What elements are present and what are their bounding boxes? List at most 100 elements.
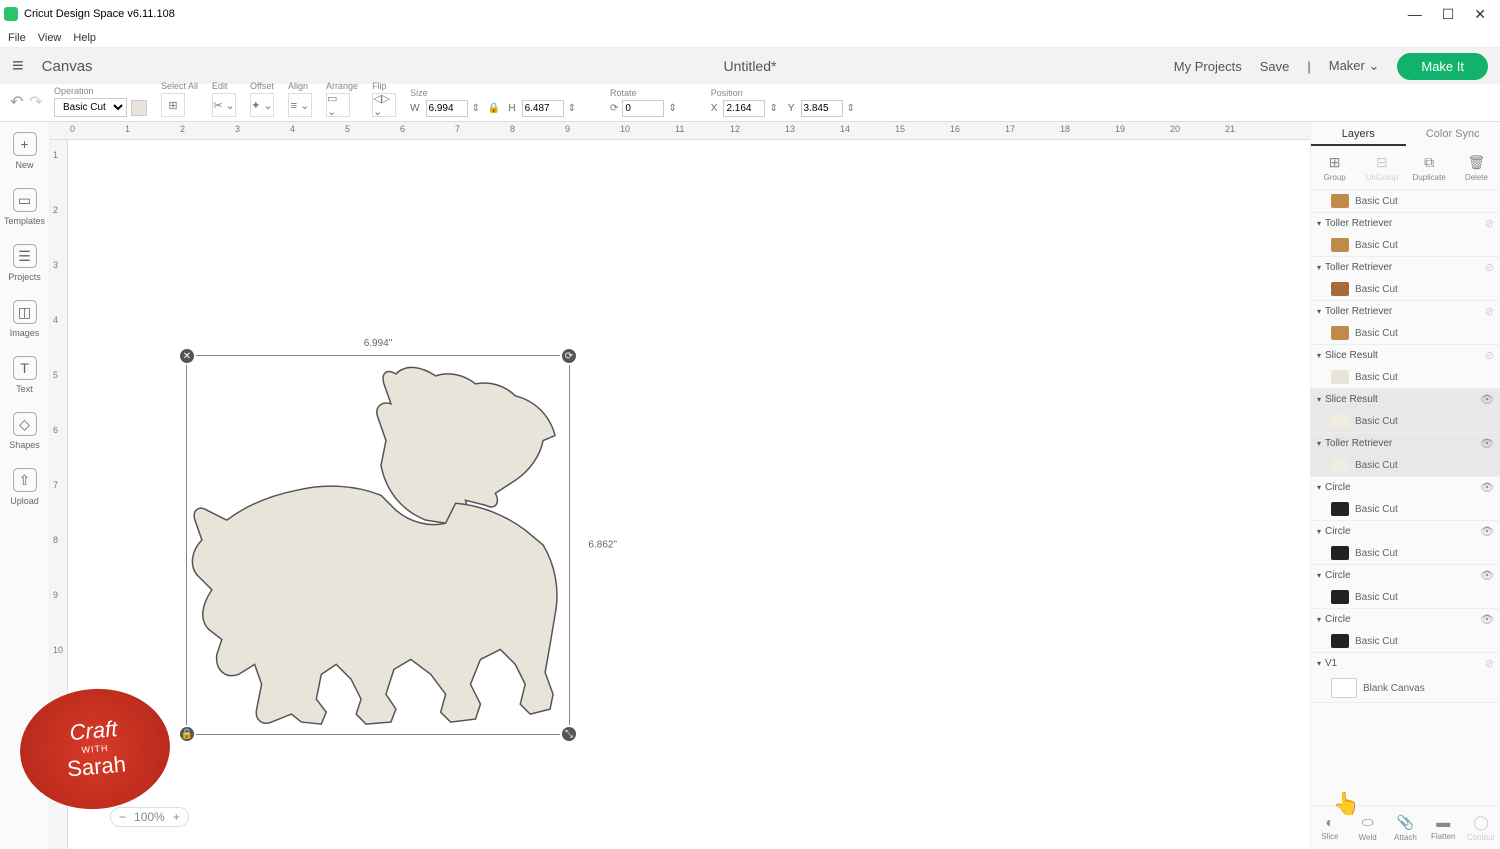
divider: | [1307, 59, 1310, 74]
operation-select[interactable]: Basic Cut [54, 98, 127, 117]
layer-group[interactable]: ▾V1⊘Blank Canvas [1311, 653, 1500, 703]
layer-group[interactable]: ▾Toller Retriever⊘Basic Cut [1311, 301, 1500, 345]
layer-item[interactable]: Basic Cut [1311, 542, 1500, 564]
arrange-button[interactable]: ▭ ⌄ [326, 93, 350, 117]
layer-group[interactable]: ▾Slice Result👁Basic Cut [1311, 389, 1500, 433]
make-it-button[interactable]: Make It [1397, 53, 1488, 80]
layer-group[interactable]: ▾Circle👁Basic Cut [1311, 565, 1500, 609]
color-swatch[interactable] [131, 100, 147, 116]
leftbtn-shapes[interactable]: ◇Shapes [3, 408, 47, 454]
text-icon: T [13, 356, 37, 380]
tab-color-sync[interactable]: Color Sync [1406, 122, 1500, 146]
layer-item[interactable]: Blank Canvas [1311, 674, 1500, 702]
menu-file[interactable]: File [8, 32, 26, 44]
layer-item[interactable]: Basic Cut [1311, 234, 1500, 256]
weld-button[interactable]: ⬭Weld [1349, 806, 1387, 849]
layer-item[interactable]: Basic Cut [1311, 498, 1500, 520]
visibility-icon[interactable]: ⊘ [1485, 657, 1494, 670]
slice-button[interactable]: ◐Slice [1311, 806, 1349, 849]
menu-bar: File View Help [0, 28, 1500, 48]
layer-group[interactable]: ▾Circle👁Basic Cut [1311, 477, 1500, 521]
x-input[interactable] [723, 100, 765, 117]
leftbtn-upload[interactable]: ⇧Upload [3, 464, 47, 510]
zoom-in-button[interactable]: + [173, 810, 180, 824]
ungroup-button[interactable]: ⊟UnGroup [1358, 146, 1405, 189]
flip-button[interactable]: ◁▷ ⌄ [372, 93, 396, 117]
save-link[interactable]: Save [1260, 59, 1290, 74]
undo-icon[interactable]: ↶ [10, 92, 23, 112]
layers-list: Basic Cut▾Toller Retriever⊘Basic Cut▾Tol… [1311, 190, 1500, 805]
properties-toolbar: ↶ ↷ Operation Basic Cut Select All⊞ Edit… [0, 84, 1500, 122]
align-button[interactable]: ≡ ⌄ [288, 93, 312, 117]
hamburger-icon[interactable]: ≡ [12, 55, 24, 78]
layer-item[interactable]: Basic Cut [1311, 630, 1500, 652]
maximize-button[interactable]: ☐ [1442, 6, 1455, 23]
zoom-control: − 100% + [110, 807, 189, 827]
leftbtn-new[interactable]: +New [3, 128, 47, 174]
visibility-icon[interactable]: 👁 [1480, 481, 1494, 494]
shapes-icon: ◇ [13, 412, 37, 436]
tab-layers[interactable]: Layers [1311, 122, 1406, 146]
projects-icon: ☰ [13, 244, 37, 268]
menu-view[interactable]: View [38, 32, 62, 44]
minimize-button[interactable]: — [1408, 6, 1422, 23]
ruler-horizontal: 0123456789101112131415161718192021 [50, 122, 1310, 140]
layer-group[interactable]: ▾Toller Retriever👁Basic Cut [1311, 433, 1500, 477]
layer-group[interactable]: ▾Circle👁Basic Cut [1311, 521, 1500, 565]
visibility-icon[interactable]: 👁 [1480, 437, 1494, 450]
attach-button[interactable]: 📎Attach [1387, 806, 1425, 849]
leftbtn-projects[interactable]: ☰Projects [3, 240, 47, 286]
layer-group[interactable]: ▾Circle👁Basic Cut [1311, 609, 1500, 653]
layer-group[interactable]: ▾Toller Retriever⊘Basic Cut [1311, 257, 1500, 301]
layer-item[interactable]: Basic Cut [1311, 454, 1500, 476]
menu-help[interactable]: Help [73, 32, 96, 44]
redo-icon[interactable]: ↷ [29, 92, 42, 112]
visibility-icon[interactable]: 👁 [1480, 569, 1494, 582]
artboard[interactable]: 6.994" 6.862" ✕ ⟳ 🔒 ⤡ [68, 140, 1310, 849]
visibility-icon[interactable]: ⊘ [1485, 305, 1494, 318]
lock-icon[interactable]: 🔒 [488, 103, 500, 114]
visibility-icon[interactable]: 👁 [1480, 525, 1494, 538]
leftbtn-images[interactable]: ◫Images [3, 296, 47, 342]
layer-item[interactable]: Basic Cut [1311, 278, 1500, 300]
offset-button[interactable]: ✦ ⌄ [250, 93, 274, 117]
right-panel: Layers Color Sync ⊞Group ⊟UnGroup ⧉Dupli… [1310, 122, 1500, 849]
layer-group[interactable]: ▾Toller Retriever⊘Basic Cut [1311, 213, 1500, 257]
rotate-input[interactable] [622, 100, 664, 117]
visibility-icon[interactable]: ⊘ [1485, 349, 1494, 362]
leftbtn-text[interactable]: TText [3, 352, 47, 398]
contour-button[interactable]: ◯Contour [1462, 806, 1500, 849]
delete-button[interactable]: 🗑Delete [1453, 146, 1500, 189]
visibility-icon[interactable]: ⊘ [1485, 261, 1494, 274]
close-button[interactable]: ✕ [1474, 6, 1486, 23]
document-title: Untitled* [724, 58, 777, 74]
window-controls: — ☐ ✕ [1408, 6, 1496, 23]
upload-icon: ⇧ [13, 468, 37, 492]
layer-item[interactable]: Basic Cut [1311, 190, 1500, 212]
my-projects-link[interactable]: My Projects [1174, 59, 1242, 74]
select-all-button[interactable]: ⊞ [161, 93, 185, 117]
group-button[interactable]: ⊞Group [1311, 146, 1358, 189]
app-title: Cricut Design Space v6.11.108 [24, 8, 175, 20]
visibility-icon[interactable]: 👁 [1480, 613, 1494, 626]
zoom-out-button[interactable]: − [119, 810, 126, 824]
canvas-area[interactable]: 0123456789101112131415161718192021 12345… [50, 122, 1310, 849]
machine-dropdown[interactable]: Maker ⌄ [1329, 58, 1380, 74]
leftbtn-templates[interactable]: ▭Templates [3, 184, 47, 230]
layer-item[interactable]: Basic Cut [1311, 366, 1500, 388]
y-input[interactable] [801, 100, 843, 117]
duplicate-button[interactable]: ⧉Duplicate [1406, 146, 1453, 189]
layer-group[interactable]: ▾Slice Result⊘Basic Cut [1311, 345, 1500, 389]
layer-item[interactable]: Basic Cut [1311, 322, 1500, 344]
visibility-icon[interactable]: 👁 [1480, 393, 1494, 406]
visibility-icon[interactable]: ⊘ [1485, 217, 1494, 230]
edit-button[interactable]: ✂ ⌄ [212, 93, 236, 117]
width-input[interactable] [426, 100, 468, 117]
layer-group[interactable]: Basic Cut [1311, 190, 1500, 213]
layer-item[interactable]: Basic Cut [1311, 586, 1500, 608]
dog-shape[interactable] [187, 356, 569, 734]
layer-item[interactable]: Basic Cut [1311, 410, 1500, 432]
flatten-button[interactable]: ▬Flatten [1424, 806, 1462, 849]
selection-box[interactable]: 6.994" 6.862" ✕ ⟳ 🔒 ⤡ [186, 355, 570, 735]
height-input[interactable] [522, 100, 564, 117]
